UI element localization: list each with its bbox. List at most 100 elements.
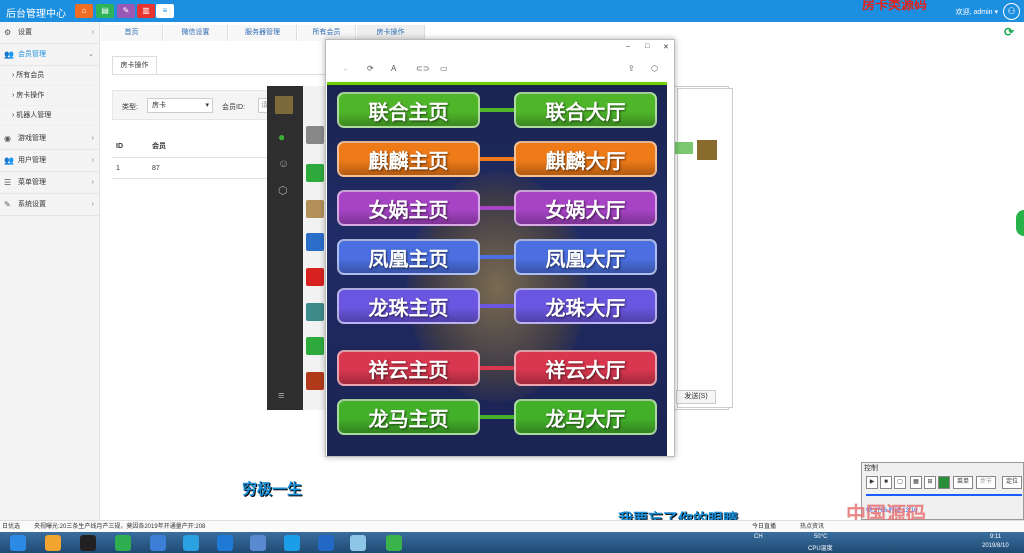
list-icon: ☰	[4, 178, 12, 187]
step-button[interactable]: 步节	[976, 476, 996, 489]
status-badge	[675, 142, 693, 154]
home-page-button[interactable]: 女娲主页	[337, 190, 480, 226]
reload-icon[interactable]: ⟳	[367, 64, 374, 73]
list-item[interactable]	[306, 233, 324, 251]
menu-icon[interactable]: ≡	[156, 4, 174, 18]
app-icon[interactable]	[150, 535, 166, 551]
share-icon[interactable]: ⚇	[1003, 3, 1020, 20]
app-icon[interactable]	[183, 535, 199, 551]
lobby-button[interactable]: 龙珠大厅	[514, 288, 657, 324]
tab-wechat-settings[interactable]: 微信设置	[164, 25, 228, 41]
lobby-button[interactable]: 联合大厅	[514, 92, 657, 128]
table-header-id: ID	[116, 143, 123, 150]
wechat-icon[interactable]	[386, 535, 402, 551]
app-icon[interactable]	[80, 535, 96, 551]
lobby-button[interactable]: 龙马大厅	[514, 399, 657, 435]
edit-icon[interactable]: ✎	[117, 4, 135, 18]
home-page-button[interactable]: 龙马主页	[337, 399, 480, 435]
fit-icon[interactable]: ⊞	[924, 476, 936, 489]
type-select[interactable]: 房卡 ▾	[147, 98, 213, 113]
list-item[interactable]	[306, 126, 324, 144]
maximize-icon[interactable]: □	[645, 43, 649, 50]
lobby-button[interactable]: 麒麟大厅	[514, 141, 657, 177]
stop-icon[interactable]: ■	[880, 476, 892, 489]
app-icon[interactable]	[115, 535, 131, 551]
sidebar-item-users[interactable]: 👥 用户管理 ›	[0, 150, 100, 172]
globe-icon[interactable]	[938, 476, 950, 489]
app-icon[interactable]	[284, 535, 300, 551]
sidebar-item-settings[interactable]: ⚙ 设置 ›	[0, 22, 100, 44]
ie-icon[interactable]	[10, 535, 26, 551]
subtab-card-ops[interactable]: 房卡操作	[112, 56, 157, 75]
sidebar-sub-robots[interactable]: › 机器人管理	[0, 106, 100, 126]
send-button[interactable]: 发送(S)	[676, 390, 716, 404]
list-item[interactable]	[306, 337, 324, 355]
app-title: 后台管理中心	[6, 9, 66, 20]
news-headline[interactable]: 央视曝光:20三条生产线月产三规，莫因各2019年开通量产开:208	[34, 521, 205, 530]
home-page-button[interactable]: 龙珠主页	[337, 288, 480, 324]
home-page-button[interactable]: 凤凰主页	[337, 239, 480, 275]
frame-icon[interactable]: ▢	[894, 476, 906, 489]
avatar[interactable]	[697, 140, 717, 160]
clock-date[interactable]: 2019/8/10	[982, 543, 1009, 549]
list-item[interactable]	[306, 268, 324, 286]
app-icon[interactable]	[45, 535, 61, 551]
lobby-button[interactable]: 凤凰大厅	[514, 239, 657, 275]
home-page-button[interactable]: 联合主页	[337, 92, 480, 128]
welcome-user[interactable]: 欢迎, admin ▾	[956, 7, 998, 17]
clock-time[interactable]: 9:11	[990, 534, 1001, 540]
sidebar-item-members[interactable]: 👥 会员管理 ⌄	[0, 44, 100, 66]
cube-icon[interactable]: ⬡	[651, 64, 658, 73]
lobby-button[interactable]: 女娲大厅	[514, 190, 657, 226]
gamepad-icon: ◉	[4, 134, 11, 143]
app-icon[interactable]	[250, 535, 266, 551]
window-icon[interactable]: ▭	[440, 64, 448, 73]
sidebar-item-menus[interactable]: ☰ 菜单管理 ›	[0, 172, 100, 194]
play-icon[interactable]: ▶	[866, 476, 878, 489]
list-item[interactable]	[306, 303, 324, 321]
close-icon[interactable]: ✕	[663, 43, 669, 51]
chat-icon[interactable]: ●	[278, 130, 285, 144]
avatar[interactable]	[275, 96, 293, 114]
tab-server[interactable]: 服务器管理	[229, 25, 297, 41]
list-item[interactable]	[306, 372, 324, 390]
home-page-button[interactable]: 祥云主页	[337, 350, 480, 386]
sidebar-item-games[interactable]: ◉ 游戏管理 ›	[0, 128, 100, 150]
sidebar-item-system[interactable]: ✎ 系统设置 ›	[0, 194, 100, 216]
font-icon[interactable]: A	[391, 64, 396, 73]
link-icon[interactable]: ⊂⊃	[416, 64, 429, 73]
live-link[interactable]: 今日直播	[752, 521, 776, 530]
back-icon[interactable]: ←	[342, 64, 350, 73]
box-icon[interactable]: ⬡	[278, 184, 288, 197]
tab-home[interactable]: 首页	[101, 25, 163, 41]
timeline-slider[interactable]	[866, 494, 1022, 496]
button-connector	[477, 157, 517, 161]
ie-icon[interactable]	[217, 535, 233, 551]
hot-link[interactable]: 热点资讯	[800, 521, 824, 530]
minimize-icon[interactable]: –	[626, 43, 630, 50]
sidebar-sub-all-members[interactable]: › 所有会员	[0, 66, 100, 86]
list-item[interactable]	[306, 200, 324, 218]
share-icon[interactable]: ⇪	[628, 64, 635, 73]
more-menu-icon[interactable]: ≡	[278, 390, 284, 402]
locate-button[interactable]: 定位	[1002, 476, 1022, 489]
list-item[interactable]	[306, 164, 324, 182]
refresh-icon[interactable]: ⟳	[1004, 25, 1014, 39]
lobby-button[interactable]: 祥云大厅	[514, 350, 657, 386]
news-source[interactable]: 日优选	[2, 521, 20, 530]
floating-ball[interactable]	[1016, 210, 1024, 236]
home-icon[interactable]: ⌂	[75, 4, 93, 18]
button-connector	[477, 255, 517, 259]
sidebar-sub-card-ops[interactable]: › 房卡操作	[0, 86, 100, 106]
trash-icon[interactable]: ▥	[137, 4, 155, 18]
menu-button[interactable]: 菜单	[953, 476, 973, 489]
home-page-button[interactable]: 麒麟主页	[337, 141, 480, 177]
table-cell-id: 1	[116, 165, 120, 172]
app-icon[interactable]	[350, 535, 366, 551]
ime-indicator[interactable]: CH	[754, 534, 763, 540]
app-icon[interactable]	[318, 535, 334, 551]
grid-icon[interactable]: ▦	[910, 476, 922, 489]
list-icon[interactable]: ▤	[96, 4, 114, 18]
contacts-icon[interactable]: ☺	[278, 158, 289, 170]
control-title: 控制	[864, 465, 878, 472]
